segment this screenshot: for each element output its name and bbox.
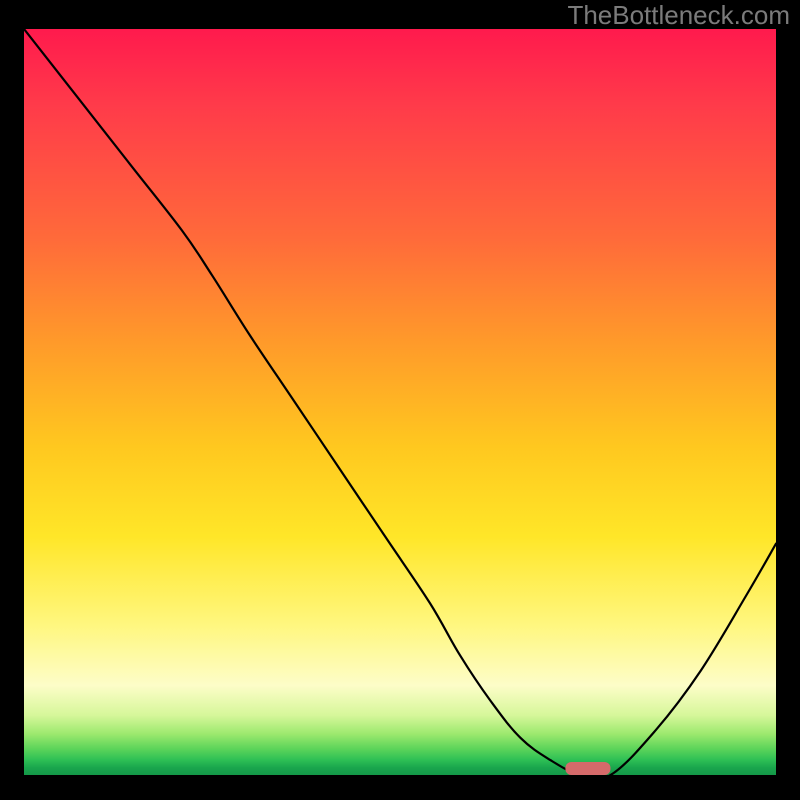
watermark-text: TheBottleneck.com: [567, 0, 790, 31]
chart-frame: TheBottleneck.com: [0, 0, 800, 800]
curve-layer: [24, 29, 776, 775]
plot-area: [24, 29, 776, 775]
optimal-zone-marker: [565, 762, 610, 775]
bottleneck-curve: [24, 29, 776, 775]
